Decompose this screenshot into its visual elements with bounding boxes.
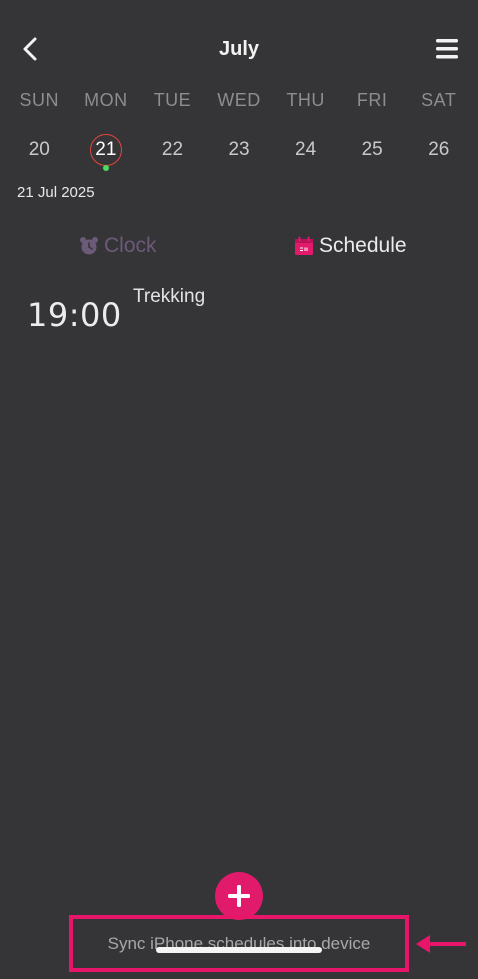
date-cell-selected[interactable]: 21 bbox=[73, 128, 140, 172]
hamburger-menu-icon bbox=[436, 39, 458, 59]
tab-clock-label: Clock bbox=[104, 234, 157, 257]
date-cell[interactable]: 22 bbox=[139, 128, 206, 172]
page-title: July bbox=[218, 38, 260, 60]
arrow-left-icon bbox=[414, 932, 468, 956]
tab-clock[interactable]: Clock bbox=[78, 230, 157, 262]
date-number: 24 bbox=[295, 139, 317, 160]
sync-iphone-schedules-button[interactable]: Sync iPhone schedules into device bbox=[69, 915, 409, 972]
event-title: Trekking bbox=[133, 286, 206, 307]
date-number: 22 bbox=[161, 139, 184, 160]
date-cell[interactable]: 20 bbox=[6, 128, 73, 172]
alarm-clock-icon bbox=[78, 235, 100, 257]
date-number: 26 bbox=[428, 139, 450, 160]
date-cell[interactable]: 24 bbox=[272, 128, 339, 172]
schedule-event-item[interactable]: 19:00 Trekking bbox=[0, 280, 478, 340]
selected-date-label: 21 Jul 2025 bbox=[17, 184, 95, 201]
weekday-label: MON bbox=[84, 90, 128, 110]
weekday-label: FRI bbox=[356, 90, 388, 110]
weekday-label: TUE bbox=[153, 90, 192, 110]
weekday-label: WED bbox=[217, 90, 261, 110]
tab-schedule[interactable]: Schedule bbox=[293, 230, 407, 262]
weekday-label: SUN bbox=[19, 90, 60, 110]
date-number: 25 bbox=[361, 139, 383, 160]
weekday-label: THU bbox=[286, 90, 325, 110]
calendar-icon bbox=[293, 235, 315, 257]
date-cell[interactable]: 25 bbox=[339, 128, 406, 172]
date-number: 21 bbox=[89, 134, 122, 166]
date-number: 23 bbox=[228, 139, 250, 160]
weekday-header: SUN MON TUE WED THU FRI SAT bbox=[6, 90, 472, 114]
event-time: 19:00 bbox=[27, 296, 122, 334]
header: July bbox=[0, 26, 478, 72]
add-schedule-button[interactable] bbox=[215, 872, 263, 920]
home-indicator bbox=[156, 947, 322, 953]
event-indicator-dot bbox=[102, 165, 109, 171]
schedule-screen: July SUN MON TUE WED THU FRI SAT 20 21 2… bbox=[0, 0, 478, 979]
date-cell[interactable]: 23 bbox=[206, 128, 273, 172]
view-tabs: Clock Schedule bbox=[0, 230, 478, 262]
tab-schedule-label: Schedule bbox=[319, 234, 407, 257]
plus-icon bbox=[228, 885, 250, 907]
date-number: 20 bbox=[28, 139, 50, 160]
week-date-strip: 20 21 22 23 24 25 26 bbox=[6, 128, 472, 172]
menu-button[interactable] bbox=[432, 34, 462, 64]
date-cell[interactable]: 26 bbox=[405, 128, 472, 172]
weekday-label: SAT bbox=[421, 90, 457, 110]
